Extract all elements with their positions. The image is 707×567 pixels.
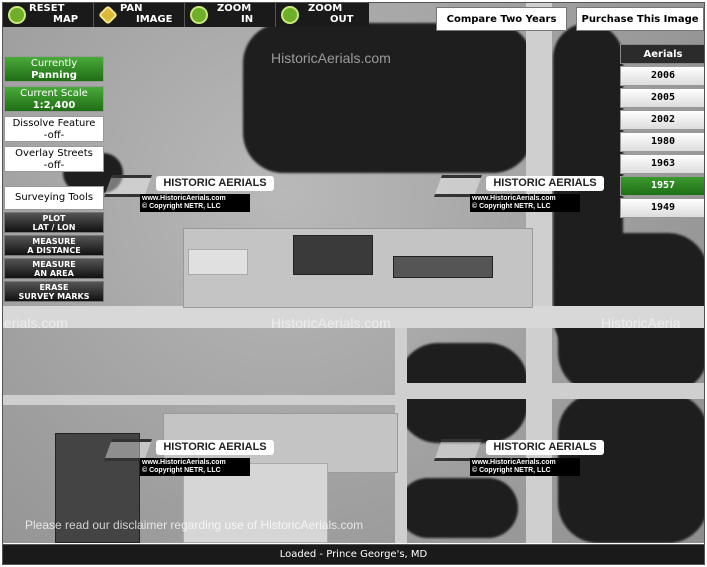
- zoom-in-button[interactable]: ZOOM IN: [185, 3, 276, 27]
- viewer-frame: HistoricAerials.com erials.com HistoricA…: [2, 2, 705, 565]
- watermark-text: HistoricAerials.com: [271, 315, 391, 331]
- watermark-banner: HISTORIC AERIALS: [156, 440, 274, 455]
- watermark-copyright: www.HistoricAerials.com © Copyright NETR,…: [470, 458, 580, 476]
- year-2005-button[interactable]: 2005: [620, 88, 704, 108]
- watermark-banner: HISTORIC AERIALS: [156, 176, 274, 191]
- watermark-copyright: www.HistoricAerials.com © Copyright NETR,…: [470, 194, 580, 212]
- current-scale-status: Current Scale 1:2,400: [4, 86, 104, 112]
- surveying-tools-header: Surveying Tools: [4, 186, 104, 210]
- status-bar: Loaded - Prince George's, MD: [3, 544, 704, 564]
- year-1949-button[interactable]: 1949: [620, 198, 704, 218]
- watermark-copyright: www.HistoricAerials.com © Copyright NETR,…: [140, 458, 250, 476]
- pan-arrows-icon: [98, 5, 118, 25]
- reset-icon: [8, 6, 26, 24]
- surveying-tools-panel: Surveying Tools PLOT LAT / LON MEASURE A…: [4, 186, 104, 302]
- magnifier-plus-icon: [190, 6, 208, 24]
- disclaimer-text[interactable]: Please read our disclaimer regarding use…: [25, 518, 363, 532]
- currently-status: Currently Panning: [4, 56, 104, 82]
- zoom-out-button[interactable]: ZOOM OUT: [276, 3, 367, 27]
- tree-cover: [243, 23, 533, 173]
- plot-lat-lon-button[interactable]: PLOT LAT / LON: [4, 212, 104, 233]
- status-panel: Currently Panning Current Scale 1:2,400 …: [4, 56, 104, 172]
- tree-cover: [398, 478, 518, 538]
- reset-map-button[interactable]: RESET MAP: [3, 3, 94, 27]
- watermark-banner: HISTORIC AERIALS: [486, 176, 604, 191]
- watermark-copyright: www.HistoricAerials.com © Copyright NETR,…: [140, 194, 250, 212]
- year-2002-button[interactable]: 2002: [620, 110, 704, 130]
- measure-distance-button[interactable]: MEASURE A DISTANCE: [4, 235, 104, 256]
- watermark-text: erials.com: [4, 315, 68, 331]
- watermark-badge: HISTORIC AERIALS www.HistoricAerials.com…: [103, 437, 274, 477]
- watermark-banner: HISTORIC AERIALS: [486, 440, 604, 455]
- building: [393, 256, 493, 278]
- measure-area-button[interactable]: MEASURE AN AREA: [4, 258, 104, 279]
- aerials-header: Aerials: [620, 44, 704, 64]
- building: [188, 249, 248, 275]
- purchase-image-button[interactable]: Purchase This Image: [576, 7, 704, 31]
- map-toolbar: RESET MAP PAN IMAGE ZOOM IN ZOOM OUT: [3, 3, 369, 27]
- year-1963-button[interactable]: 1963: [620, 154, 704, 174]
- compare-two-years-button[interactable]: Compare Two Years: [436, 7, 567, 31]
- magnifier-minus-icon: [281, 6, 299, 24]
- watermark-badge: HISTORIC AERIALS www.HistoricAerials.com…: [433, 437, 604, 477]
- building: [293, 235, 373, 275]
- watermark-text: HistoricAerials.com: [271, 50, 391, 66]
- overlay-streets-toggle[interactable]: Overlay Streets -off-: [4, 146, 104, 172]
- watermark-text: HistoricAeria: [601, 315, 681, 331]
- road-horizontal: [3, 395, 403, 405]
- year-1957-button[interactable]: 1957: [620, 176, 704, 196]
- year-1980-button[interactable]: 1980: [620, 132, 704, 152]
- road-horizontal: [403, 383, 704, 399]
- aerials-year-list: Aerials 2006 2005 2002 1980 1963 1957 19…: [620, 44, 704, 218]
- year-2006-button[interactable]: 2006: [620, 66, 704, 86]
- erase-survey-marks-button[interactable]: ERASE SURVEY MARKS: [4, 281, 104, 302]
- aerial-map-image[interactable]: HistoricAerials.com erials.com HistoricA…: [3, 3, 704, 543]
- watermark-badge: HISTORIC AERIALS www.HistoricAerials.com…: [433, 173, 604, 213]
- watermark-badge: HISTORIC AERIALS www.HistoricAerials.com…: [103, 173, 274, 213]
- pan-image-button[interactable]: PAN IMAGE: [94, 3, 185, 27]
- dissolve-feature-toggle[interactable]: Dissolve Feature -off-: [4, 116, 104, 142]
